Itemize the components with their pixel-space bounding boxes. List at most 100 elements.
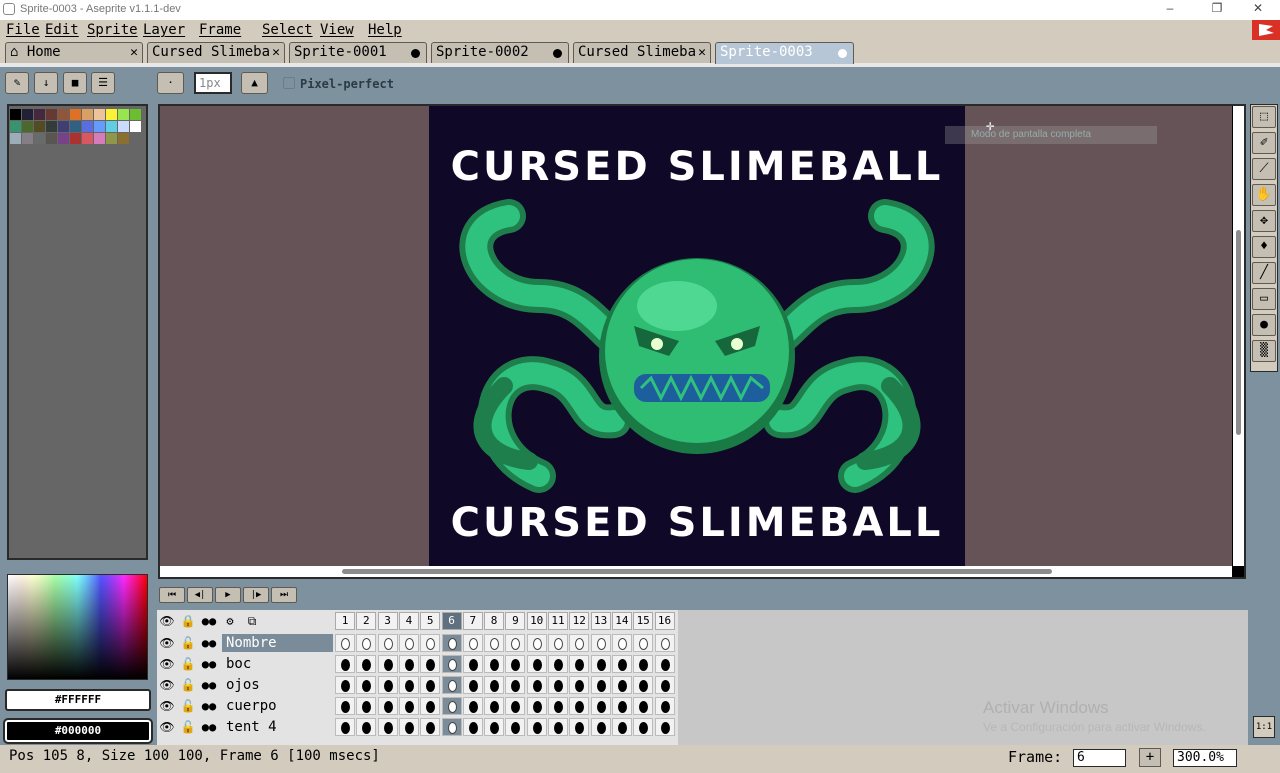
menu-frame[interactable]: Frame	[199, 20, 241, 40]
frame-header[interactable]: 7	[462, 612, 483, 630]
cel[interactable]	[398, 697, 419, 715]
cel[interactable]	[505, 634, 526, 652]
cel[interactable]	[633, 676, 654, 694]
frame-header[interactable]: 6	[441, 612, 462, 630]
menu-edit[interactable]: Edit	[45, 20, 79, 40]
eye-icon[interactable]: 👁	[157, 655, 177, 673]
cel[interactable]	[569, 718, 590, 736]
layer-row[interactable]: 👁 🔓 ●● boc	[157, 654, 677, 674]
color-spectrum[interactable]	[7, 574, 148, 680]
frame-header[interactable]: 14	[611, 612, 632, 630]
onion-skin-header-icon[interactable]: ●●	[199, 612, 219, 630]
tab-close-icon[interactable]: ✕	[698, 43, 706, 62]
cel[interactable]	[377, 676, 398, 694]
palette-swatch[interactable]	[34, 109, 45, 120]
palette-swatch[interactable]	[106, 121, 117, 132]
cel[interactable]	[335, 676, 355, 694]
menu-file[interactable]: File	[6, 20, 40, 40]
cel[interactable]	[590, 697, 611, 715]
cel[interactable]	[335, 655, 355, 673]
layer-row[interactable]: 👁 🔓 ●● ojos	[157, 675, 677, 695]
unsaved-dot-icon[interactable]	[411, 49, 420, 58]
cel[interactable]	[335, 718, 355, 736]
palette-swatch[interactable]	[58, 121, 69, 132]
cel[interactable]	[441, 697, 462, 715]
palette-swatch[interactable]	[118, 121, 129, 132]
palette-swatch[interactable]	[118, 133, 129, 144]
one-to-one-zoom-button[interactable]: 1:1	[1253, 716, 1275, 738]
vertical-scroll-thumb[interactable]	[1236, 230, 1241, 435]
line-tool-icon[interactable]: ╱	[1252, 262, 1276, 284]
cel[interactable]	[377, 655, 398, 673]
palette-options-button[interactable]: ☰	[91, 72, 115, 94]
cel[interactable]	[484, 718, 505, 736]
foreground-color-button[interactable]: #FFFFFF	[5, 689, 151, 711]
cel[interactable]	[505, 655, 526, 673]
cel[interactable]	[654, 634, 675, 652]
palette-swatch[interactable]	[94, 133, 105, 144]
cel[interactable]	[590, 655, 611, 673]
cel[interactable]	[377, 697, 398, 715]
frame-header[interactable]: 2	[356, 612, 377, 630]
eye-icon[interactable]: 👁	[157, 718, 177, 736]
palette-swatch[interactable]	[118, 109, 129, 120]
palette-swatch[interactable]	[10, 133, 21, 144]
move-tool-icon[interactable]: ✥	[1252, 210, 1276, 232]
palette-swatch[interactable]	[22, 121, 33, 132]
brush-type-button[interactable]: ·	[157, 72, 184, 94]
sort-palette-button[interactable]: ↓	[34, 72, 58, 94]
cel[interactable]	[548, 697, 568, 715]
cel[interactable]	[633, 718, 654, 736]
palette-swatch[interactable]	[46, 121, 57, 132]
cel[interactable]	[633, 634, 654, 652]
selection-tool-icon[interactable]: ⬚	[1252, 106, 1276, 128]
cel[interactable]	[505, 697, 526, 715]
frame-header[interactable]: 11	[548, 612, 568, 630]
cel[interactable]	[420, 697, 441, 715]
layer-name[interactable]: ojos	[222, 676, 333, 694]
cel[interactable]	[654, 655, 675, 673]
unsaved-dot-icon[interactable]	[553, 49, 562, 58]
onion-icon[interactable]: ●●	[199, 718, 219, 736]
palette-swatch[interactable]	[46, 109, 57, 120]
frame-header[interactable]: 16	[654, 612, 675, 630]
minimize-button[interactable]: ‒	[1160, 1, 1180, 19]
padlock-icon[interactable]: 🔓	[178, 697, 198, 715]
frame-header[interactable]: 15	[633, 612, 654, 630]
cel[interactable]	[654, 697, 675, 715]
background-color-button[interactable]: #000000	[3, 718, 153, 744]
cel[interactable]	[526, 634, 547, 652]
cel[interactable]	[611, 697, 632, 715]
cel[interactable]	[548, 718, 568, 736]
ink-type-button[interactable]: ▲	[241, 72, 268, 94]
palette-swatch[interactable]	[58, 133, 69, 144]
cel[interactable]	[548, 634, 568, 652]
frame-header[interactable]: 10	[526, 612, 547, 630]
maximize-button[interactable]: ❐	[1207, 1, 1227, 19]
cel[interactable]	[335, 634, 355, 652]
cel[interactable]	[505, 718, 526, 736]
gear-icon[interactable]: ⚙	[220, 612, 240, 630]
palette-swatch[interactable]	[106, 109, 117, 120]
tab-cursed-slimeball-1[interactable]: Cursed Slimeba ✕	[147, 42, 285, 63]
palette-swatch[interactable]	[94, 121, 105, 132]
next-frame-button[interactable]: |▶	[243, 587, 269, 603]
cel[interactable]	[484, 697, 505, 715]
layer-link-header-icon[interactable]: ⧉	[242, 612, 262, 630]
eye-icon[interactable]: 👁	[157, 676, 177, 694]
tab-home[interactable]: ⌂ Home ✕	[5, 42, 143, 63]
cel[interactable]	[569, 655, 590, 673]
cel[interactable]	[569, 697, 590, 715]
cel[interactable]	[356, 697, 377, 715]
cel[interactable]	[441, 676, 462, 694]
close-window-button[interactable]: ✕	[1248, 1, 1268, 19]
palette-swatch[interactable]	[22, 109, 33, 120]
palette-swatch[interactable]	[10, 109, 21, 120]
edit-palette-button[interactable]: ✎	[5, 72, 29, 94]
cel[interactable]	[420, 718, 441, 736]
menu-layer[interactable]: Layer	[143, 20, 185, 40]
cel[interactable]	[398, 676, 419, 694]
layer-name[interactable]: Nombre	[222, 634, 333, 652]
cel[interactable]	[611, 655, 632, 673]
cel[interactable]	[398, 718, 419, 736]
